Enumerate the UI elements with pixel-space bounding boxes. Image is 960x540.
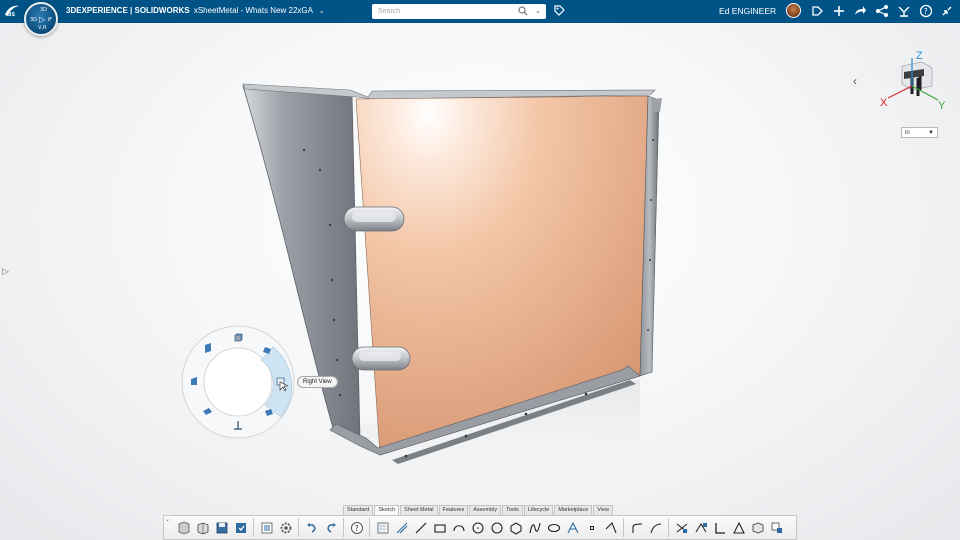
instant3d-icon[interactable] — [748, 518, 767, 537]
help-icon[interactable]: ? — [347, 518, 366, 537]
x-axis-label: X — [880, 97, 888, 109]
play-icon[interactable]: ▷ — [39, 15, 45, 24]
toolbar-caret-icon[interactable]: ⌄ — [165, 516, 170, 523]
view-selector-ring[interactable] — [181, 325, 296, 440]
command-toolbar: ? — [163, 515, 797, 540]
gear-icon[interactable] — [276, 518, 295, 537]
fillet-icon[interactable] — [627, 518, 646, 537]
new-part-icon[interactable] — [174, 518, 193, 537]
trim-icon[interactable] — [601, 518, 620, 537]
tab-sketch[interactable]: Sketch — [374, 505, 400, 515]
circle-icon[interactable] — [468, 518, 487, 537]
convert-entities-icon[interactable] — [672, 518, 691, 537]
svg-text:?: ? — [354, 524, 358, 533]
point-icon[interactable] — [582, 518, 601, 537]
sheet-metal-model[interactable] — [0, 0, 960, 540]
tab-features[interactable]: Features — [438, 505, 469, 515]
x-axis — [887, 85, 913, 99]
tab-tools[interactable]: Tools — [502, 505, 523, 515]
lower-handle — [351, 346, 411, 371]
slot-icon[interactable] — [449, 518, 468, 537]
tab-marketplace[interactable]: Marketplace — [554, 505, 593, 515]
triad-cube-icon — [901, 61, 933, 96]
tab-standard[interactable]: Standard — [343, 505, 374, 515]
spline-icon[interactable] — [525, 518, 544, 537]
properties-icon[interactable] — [257, 518, 276, 537]
units-dropdown[interactable]: in ▼ — [901, 127, 938, 138]
chevron-left-icon[interactable]: ‹ — [853, 74, 857, 88]
tab-lifecycle[interactable]: Lifecycle — [523, 505, 554, 515]
undo-icon[interactable] — [302, 518, 321, 537]
compass-north: 3D — [40, 7, 48, 13]
rebuild-icon[interactable] — [231, 518, 250, 537]
move-entities-icon[interactable] — [710, 518, 729, 537]
redo-icon[interactable] — [321, 518, 340, 537]
caret-down-icon: ▼ — [928, 129, 934, 136]
offset-icon[interactable] — [646, 518, 665, 537]
compass-south: V,R — [38, 25, 47, 31]
line-icon[interactable] — [411, 518, 430, 537]
compass-east: iF — [47, 17, 52, 23]
save-icon[interactable] — [212, 518, 231, 537]
compass-widget[interactable]: 3D 3D iF V,R ▷ — [24, 2, 58, 36]
text-icon[interactable] — [563, 518, 582, 537]
rectangle-icon[interactable] — [430, 518, 449, 537]
y-axis-label: Y — [938, 100, 946, 110]
z-axis-label: Z — [916, 50, 923, 62]
units-value: in — [905, 129, 910, 136]
command-tabs: Standard Sketch Sheet Metal Features Ass… — [343, 505, 614, 515]
ellipse-icon[interactable] — [544, 518, 563, 537]
open-part-icon[interactable] — [193, 518, 212, 537]
arc-icon[interactable] — [487, 518, 506, 537]
expand-left-panel-icon[interactable]: ▷ — [2, 266, 9, 277]
smart-dimension-icon[interactable] — [392, 518, 411, 537]
mirror-icon[interactable] — [691, 518, 710, 537]
upper-handle — [343, 206, 405, 232]
tab-sheet-metal[interactable]: Sheet Metal — [400, 505, 438, 515]
linear-pattern-icon[interactable] — [729, 518, 748, 537]
view-tooltip: Right View — [297, 376, 338, 388]
polygon-icon[interactable] — [506, 518, 525, 537]
y-axis — [911, 85, 939, 101]
tab-assembly[interactable]: Assembly — [469, 505, 502, 515]
right-flange-tab — [653, 98, 662, 112]
tab-view[interactable]: View — [593, 505, 614, 515]
sketch-icon[interactable] — [373, 518, 392, 537]
compass-west: 3D — [30, 17, 38, 23]
view-triad[interactable]: Z X Y — [876, 48, 948, 110]
quick-snaps-icon[interactable] — [767, 518, 786, 537]
top-view-icon[interactable] — [234, 333, 243, 342]
